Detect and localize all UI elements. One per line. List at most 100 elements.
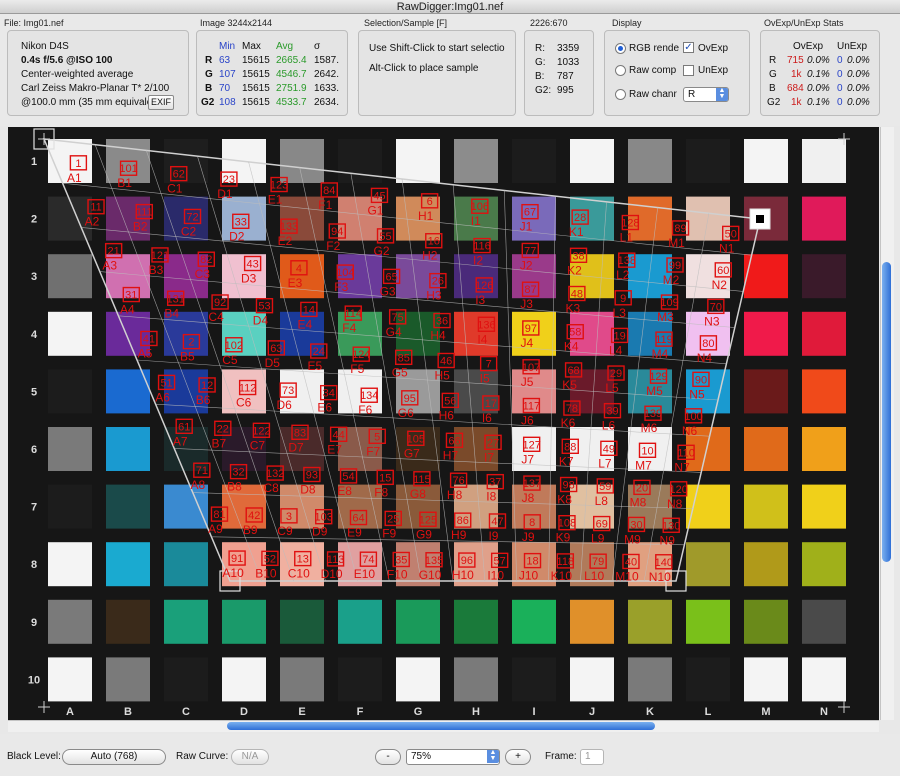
row-sigma: 1587.	[314, 55, 340, 66]
radio-raw-composite[interactable]	[615, 65, 626, 76]
sample-label: D10	[321, 567, 343, 581]
sample-number: 40	[625, 556, 637, 568]
color-patch	[454, 139, 498, 183]
radio-rgb-render[interactable]	[615, 43, 626, 54]
sample-number: 24	[313, 346, 325, 358]
column-label: F	[357, 706, 364, 718]
sample-number: 121	[151, 250, 169, 262]
sample-number: 122	[252, 425, 270, 437]
info-toolbar: File: Img01.nef Nikon D4S 0.4s f/5.6 @IS…	[0, 14, 900, 126]
sample-number: 84	[323, 185, 335, 197]
sample-label: B8	[227, 480, 242, 494]
sample-number: 43	[247, 259, 259, 271]
sample-number: 119	[655, 334, 673, 346]
sample-number: 115	[413, 474, 431, 486]
sample-number: 62	[173, 169, 185, 181]
sample-label: G8	[410, 487, 426, 501]
color-patch	[338, 657, 382, 702]
sample-label: H2	[422, 249, 438, 263]
sample-number: 52	[264, 553, 276, 565]
sample-number: 72	[186, 211, 198, 223]
window-title: RawDigger:Img01.nef	[0, 0, 900, 14]
sample-label: G9	[416, 527, 432, 541]
pixel-value: 995	[557, 85, 574, 96]
sample-label: M1	[668, 236, 685, 250]
sample-number: 19	[613, 330, 625, 342]
sample-label: J10	[519, 569, 539, 583]
sample-label: N3	[704, 314, 720, 328]
sample-label: M6	[641, 421, 658, 435]
black-level-button[interactable]: Auto (768)	[62, 749, 166, 765]
sample-label: C2	[181, 224, 197, 238]
sample-number: 6	[427, 196, 433, 208]
raw-curve-label: Raw Curve:	[176, 751, 229, 762]
sample-number: 118	[557, 556, 575, 568]
sample-label: A8	[190, 478, 205, 492]
selection-panel-title: Selection/Sample [F]	[364, 18, 448, 28]
color-patch	[48, 484, 92, 529]
stats-unexp-count: 0	[837, 83, 843, 94]
row-label: 10	[28, 674, 40, 686]
chevron-updown-icon: ▲ ▼	[487, 749, 499, 763]
row-label: 4	[31, 329, 38, 341]
exif-button[interactable]: EXIF	[148, 95, 174, 110]
sample-number: 132	[266, 468, 284, 480]
row-label: 3	[31, 271, 37, 283]
sample-label: E6	[317, 401, 332, 415]
move-cursor-icon	[756, 215, 764, 223]
row-label: 5	[31, 386, 37, 398]
color-target-image[interactable]: 12345678910A B C D E F G H I J K L M N1A111A221A331A4…	[8, 127, 879, 720]
checkbox-unexp[interactable]	[683, 65, 694, 76]
raw-curve-button[interactable]: N/A	[231, 749, 269, 765]
camera-model: Nikon D4S	[21, 41, 69, 52]
radio-raw-channel-label: Raw chanr	[629, 89, 677, 100]
sample-number: 63	[270, 343, 282, 355]
color-patch	[628, 139, 672, 183]
color-patch	[396, 657, 440, 702]
sample-number: 86	[457, 515, 469, 527]
sample-label: B2	[133, 220, 148, 234]
row-label: 6	[31, 444, 37, 456]
color-patch	[802, 254, 846, 299]
sample-number: 25	[387, 513, 399, 525]
sample-label: I1	[471, 214, 481, 228]
horizontal-scroll-thumb[interactable]	[227, 722, 655, 730]
stats-ovexp-count: 684	[787, 83, 804, 94]
sample-label: G2	[374, 244, 390, 258]
color-patch	[686, 139, 730, 183]
sample-number: 58	[569, 327, 581, 339]
sample-number: 47	[491, 516, 503, 528]
sample-number: 35	[395, 554, 407, 566]
sample-number: 110	[677, 447, 695, 459]
sample-label: L5	[605, 381, 619, 395]
zoom-out-button[interactable]: -	[375, 749, 401, 765]
cursor-coords: 2226:670	[530, 18, 568, 28]
stats-ovexp-percent: 0.0%	[807, 83, 830, 94]
zoom-select[interactable]: 75% ▲ ▼	[406, 749, 500, 765]
sample-label: B4	[164, 306, 179, 320]
frame-select[interactable]: 1	[580, 749, 604, 765]
sample-number: 18	[526, 556, 538, 568]
vertical-scroll-thumb[interactable]	[882, 262, 891, 562]
channel-select[interactable]: R ▲ ▼	[683, 87, 729, 102]
sample-number: 28	[574, 212, 586, 224]
color-patch	[802, 139, 846, 183]
sample-label: I3	[475, 293, 485, 307]
sample-label: K2	[567, 263, 582, 277]
raw-image-view[interactable]: 1 2 3 4 5 6 7 8 9 10 A B C D E F G H I J K L M N 1 A1 11 A2 21 A3 31 A4…	[8, 127, 879, 720]
row-min: 107	[219, 69, 236, 80]
zoom-in-button[interactable]: +	[505, 749, 531, 765]
radio-raw-channel[interactable]	[615, 89, 626, 100]
row-avg: 4546.7	[276, 69, 307, 80]
sample-number: 80	[702, 338, 714, 350]
pixel-channel: G:	[535, 57, 546, 68]
checkbox-ovexp[interactable]: ✓	[683, 42, 694, 53]
chevron-updown-icon: ▲ ▼	[716, 87, 728, 101]
color-patch	[686, 542, 730, 587]
sample-number: 50	[725, 228, 737, 240]
color-patch	[106, 599, 150, 644]
sample-number: 128	[621, 218, 639, 230]
sample-number: 66	[448, 435, 460, 447]
sample-label: C9	[277, 524, 293, 538]
sample-number: 109	[660, 297, 678, 309]
